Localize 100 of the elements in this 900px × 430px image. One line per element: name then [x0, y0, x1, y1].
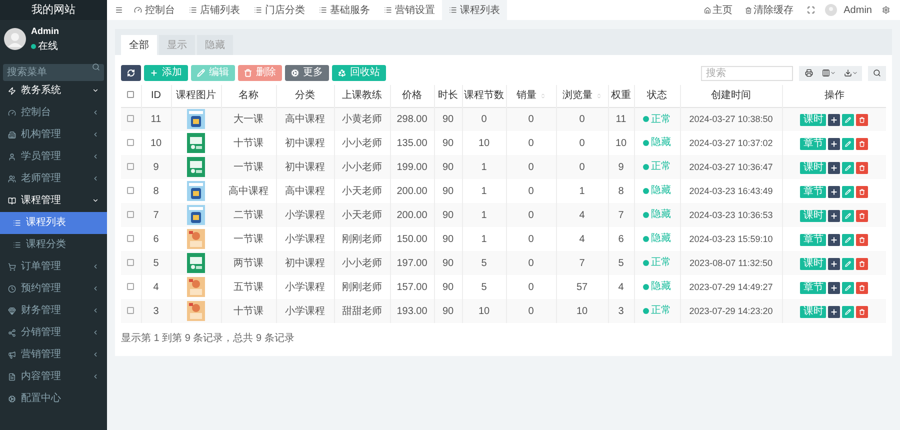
menu-section-header[interactable]: 教务系统: [0, 80, 107, 102]
sidebar-item[interactable]: 控制台: [0, 102, 107, 124]
row-checkbox[interactable]: [127, 210, 134, 218]
row-checkbox[interactable]: [127, 186, 134, 194]
pencil-icon: [845, 236, 852, 242]
nav-tab[interactable]: 营销设置: [377, 0, 442, 20]
sidebar-item[interactable]: 内容管理: [0, 366, 107, 388]
fullscreen-icon[interactable]: [806, 6, 815, 14]
table-cell: 10: [478, 306, 490, 316]
more-button[interactable]: 更多: [285, 65, 329, 81]
column-header: 上课教练: [342, 88, 382, 104]
row-checkbox[interactable]: [127, 306, 134, 314]
menu-icon[interactable]: [115, 6, 123, 14]
list-icon: [254, 6, 262, 14]
user-icon: [8, 152, 16, 160]
row-checkbox[interactable]: [127, 234, 134, 242]
table-cell: 0: [528, 282, 534, 292]
table-cell: 10: [150, 138, 162, 148]
nav-tab[interactable]: 门店分类: [247, 0, 312, 20]
table-cell: 5: [481, 282, 487, 292]
sidebar-item[interactable]: 课程管理: [0, 190, 107, 212]
delete-row-button[interactable]: [856, 258, 868, 270]
sidebar-item[interactable]: 订单管理: [0, 256, 107, 278]
add-row-button[interactable]: [828, 162, 840, 174]
add-row-button[interactable]: [828, 186, 840, 198]
delete-row-button[interactable]: [856, 186, 868, 198]
row-checkbox[interactable]: [127, 138, 134, 146]
user-status: 在线: [38, 40, 58, 54]
select-all-checkbox[interactable]: [127, 91, 134, 98]
search-button[interactable]: [868, 66, 886, 80]
delete-row-button[interactable]: [856, 306, 868, 318]
table-cell: 刚刚老师: [342, 282, 382, 292]
nav-tab[interactable]: 控制台: [127, 0, 182, 20]
sidebar-item[interactable]: 营销管理: [0, 344, 107, 366]
delete-row-button[interactable]: [856, 210, 868, 222]
table-cell: 9: [618, 162, 624, 172]
menu-search-field[interactable]: 搜索菜单: [3, 64, 104, 80]
delete-row-button[interactable]: [856, 114, 868, 126]
sidebar-item[interactable]: 预约管理: [0, 278, 107, 300]
sidebar-item[interactable]: 老师管理: [0, 168, 107, 190]
nav-tab[interactable]: 基础服务: [312, 0, 377, 20]
column-header[interactable]: 浏览量: [562, 88, 592, 104]
delete-row-button[interactable]: [856, 234, 868, 246]
filter-tab[interactable]: 全部: [121, 35, 157, 55]
table-cell: 小天老师: [342, 210, 382, 220]
clear-cache-link[interactable]: 清除缓存: [738, 2, 800, 18]
table-cell: 2023-07-29 14:49:27: [689, 282, 773, 292]
table-cell: 一节课: [234, 162, 264, 172]
add-row-button[interactable]: [828, 258, 840, 270]
delete-row-button[interactable]: [856, 138, 868, 150]
add-row-button[interactable]: [828, 114, 840, 126]
trash-icon: [859, 140, 866, 146]
table-cell: 小小老师: [342, 138, 382, 148]
gem-icon: [8, 306, 16, 314]
table-cell: 2023-07-29 14:23:20: [689, 306, 773, 316]
add-row-button[interactable]: [828, 138, 840, 150]
table-cell: 11: [616, 114, 626, 125]
row-checkbox[interactable]: [127, 162, 134, 170]
row-checkbox[interactable]: [127, 258, 134, 266]
sidebar-item[interactable]: 财务管理: [0, 300, 107, 322]
table-cell: 200.00: [396, 186, 428, 196]
table-cell: 90: [442, 114, 454, 125]
admin-name[interactable]: Admin: [840, 2, 876, 18]
sidebar-item[interactable]: 分销管理: [0, 322, 107, 344]
sidebar-item[interactable]: 学员管理: [0, 146, 107, 168]
column-header[interactable]: 销量: [516, 88, 536, 104]
sidebar-subitem[interactable]: 课程分类: [0, 234, 107, 256]
print-button[interactable]: [799, 66, 818, 80]
status-text: 正常: [651, 304, 671, 318]
column-header: 创建时间: [711, 88, 751, 104]
delete-row-button[interactable]: [856, 162, 868, 174]
table-cell: 十节课: [234, 306, 264, 316]
home-link[interactable]: 主页: [698, 2, 739, 18]
sidebar-item[interactable]: 机构管理: [0, 124, 107, 146]
table-search-field[interactable]: 搜索: [701, 66, 793, 80]
table-cell: 2024-03-23 10:36:53: [689, 210, 773, 220]
row-checkbox[interactable]: [127, 114, 134, 122]
refresh-button[interactable]: [121, 65, 141, 81]
table-cell: 90: [442, 138, 454, 148]
pagination-info: 显示第 1 到第 9 条记录，总共 9 条记录: [121, 332, 296, 346]
share-icon: [8, 328, 16, 336]
nav-tab[interactable]: 课程列表: [442, 0, 507, 20]
settings-icon[interactable]: [882, 6, 890, 14]
table-cell: 小小老师: [342, 258, 382, 268]
sidebar-item[interactable]: 配置中心: [0, 388, 107, 410]
add-row-button[interactable]: [828, 306, 840, 318]
refresh-icon: [127, 69, 135, 77]
table-cell: 197.00: [396, 258, 428, 268]
table-cell: 十节课: [234, 138, 264, 148]
column-header: 分类: [295, 88, 315, 104]
row-checkbox[interactable]: [127, 282, 134, 290]
delete-row-button[interactable]: [856, 282, 868, 294]
column-header: 状态: [647, 88, 667, 104]
nav-tab[interactable]: 店铺列表: [182, 0, 247, 20]
trash-icon: [244, 69, 252, 77]
sidebar-subitem[interactable]: 课程列表: [0, 212, 107, 234]
export-button[interactable]: [840, 66, 862, 80]
add-row-button[interactable]: [828, 210, 840, 222]
add-row-button[interactable]: [828, 234, 840, 246]
add-row-button[interactable]: [828, 282, 840, 294]
